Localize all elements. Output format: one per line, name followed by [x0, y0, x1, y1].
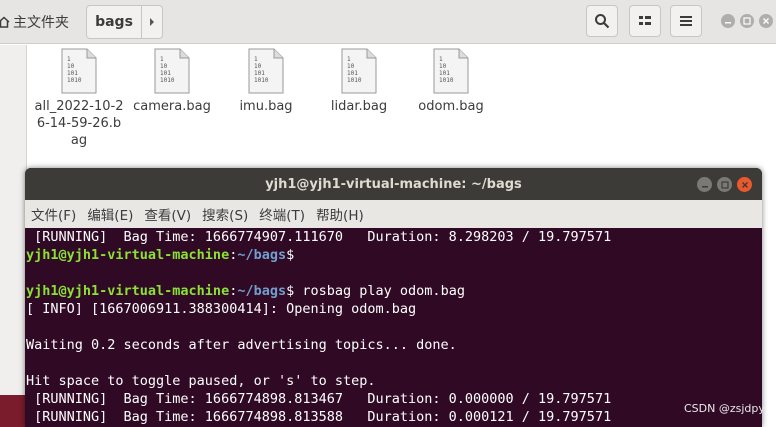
- terminal-line: Waiting 0.2 seconds after advertising to…: [26, 337, 457, 353]
- file-icon-digits: 1010: [254, 77, 269, 84]
- terminal-minimize-button[interactable]: [697, 177, 712, 192]
- minimize-button[interactable]: [721, 14, 735, 28]
- file-icon-digits: 1010: [439, 77, 454, 84]
- file-item[interactable]: 1 10 101 1010 all_2022-10-26-14-59-26.bag: [33, 48, 125, 149]
- terminal-title: yjh1@yjh1-virtual-machine: ~/bags: [265, 176, 522, 192]
- prompt-path: ~/bags: [237, 283, 287, 299]
- breadcrumb-bags[interactable]: bags: [86, 5, 142, 39]
- search-button[interactable]: [586, 5, 618, 37]
- file-icon-digits: 1: [439, 56, 443, 63]
- maximize-icon: [720, 180, 729, 189]
- terminal-maximize-button[interactable]: [717, 177, 732, 192]
- file-icon-digits: 10: [439, 63, 447, 70]
- close-button[interactable]: [759, 14, 773, 28]
- menu-edit[interactable]: 编辑(E): [87, 204, 133, 224]
- terminal-titlebar: yjh1@yjh1-virtual-machine: ~/bags: [25, 168, 762, 200]
- file-name: camera.bag: [133, 99, 211, 114]
- binary-file-icon: 1101011010: [248, 48, 284, 94]
- terminal-command-line: yjh1@yjh1-virtual-machine:~/bags$ rosbag…: [26, 282, 762, 300]
- view-options-icon: [639, 16, 651, 25]
- terminal-prompt-line: yjh1@yjh1-virtual-machine:~/bags$: [26, 246, 762, 264]
- menu-search[interactable]: 搜索(S): [202, 204, 248, 224]
- watermark: CSDN @zsjdpy: [684, 402, 765, 415]
- binary-file-icon: 1101011010: [61, 48, 97, 94]
- file-icon-digits: 10: [254, 63, 262, 70]
- binary-file-icon: 1101011010: [341, 48, 377, 94]
- terminal-menubar: 文件(F) 编辑(E) 查看(V) 搜索(S) 终端(T) 帮助(H): [25, 200, 762, 228]
- home-icon: [0, 16, 10, 28]
- file-icon-digits: 1: [67, 56, 71, 63]
- file-item[interactable]: 1 10 101 1010 odom.bag: [405, 48, 497, 115]
- terminal-line: [RUNNING] Bag Time: 1666774898.813588 Du…: [26, 409, 612, 425]
- file-icon-digits: 101: [254, 70, 265, 77]
- file-item[interactable]: 1 10 101 1010 lidar.bag: [313, 48, 405, 115]
- prompt-user: yjh1@yjh1-virtual-machine: [26, 283, 230, 299]
- desktop-background: [0, 395, 26, 427]
- file-icon-digits: 1: [347, 56, 351, 63]
- terminal-window: yjh1@yjh1-virtual-machine: ~/bags 文件(F) …: [25, 168, 762, 427]
- minimize-icon: [725, 22, 731, 24]
- terminal-line: [RUNNING] Bag Time: 1666774907.111670 Du…: [26, 229, 612, 245]
- file-manager-sidebar: [0, 45, 27, 427]
- home-breadcrumb[interactable]: 主文件夹: [0, 0, 82, 44]
- file-icon-digits: 1: [254, 56, 258, 63]
- prompt-user: yjh1@yjh1-virtual-machine: [26, 247, 230, 263]
- file-icon-digits: 101: [67, 70, 78, 77]
- terminal-close-button[interactable]: [737, 177, 752, 192]
- binary-file-icon: 1101011010: [154, 48, 190, 94]
- minimize-icon: [701, 185, 708, 187]
- close-icon: [741, 181, 748, 188]
- search-icon: [595, 14, 610, 29]
- file-item[interactable]: 1 10 101 1010 imu.bag: [220, 48, 312, 115]
- prompt-path: ~/bags: [237, 247, 287, 263]
- file-name: imu.bag: [239, 99, 293, 114]
- file-icon-digits: 101: [347, 70, 358, 77]
- view-options-button[interactable]: [629, 5, 661, 37]
- home-label: 主文件夹: [13, 15, 69, 31]
- binary-file-icon: 1101011010: [433, 48, 469, 94]
- file-name: odom.bag: [418, 99, 484, 114]
- chevron-right-icon: [150, 18, 154, 26]
- terminal-output[interactable]: [RUNNING] Bag Time: 1666774907.111670 Du…: [25, 228, 762, 427]
- hamburger-menu-icon: [680, 16, 692, 26]
- menu-view[interactable]: 查看(V): [144, 204, 191, 224]
- file-icon-digits: 10: [160, 63, 168, 70]
- prompt-end: $: [286, 247, 295, 263]
- file-icon-digits: 1010: [347, 77, 362, 84]
- menu-help[interactable]: 帮助(H): [316, 204, 364, 224]
- file-icon-digits: 1010: [67, 77, 82, 84]
- menu-terminal[interactable]: 终端(T): [259, 204, 305, 224]
- file-icon-digits: 101: [439, 70, 450, 77]
- file-icon-digits: 1010: [160, 77, 175, 84]
- file-icon-digits: 10: [67, 63, 75, 70]
- current-folder-label: bags: [95, 14, 133, 30]
- maximize-icon: [743, 17, 751, 25]
- menu-file[interactable]: 文件(F): [31, 204, 76, 224]
- maximize-button[interactable]: [740, 14, 754, 28]
- file-name: all_2022-10-26-14-59-26.bag: [34, 99, 124, 148]
- file-icon-digits: 1: [160, 56, 164, 63]
- menu-button[interactable]: [670, 5, 702, 37]
- terminal-line: [RUNNING] Bag Time: 1666774898.813467 Du…: [26, 391, 612, 407]
- close-icon: [763, 18, 769, 24]
- file-icon-digits: 10: [347, 63, 355, 70]
- breadcrumb-next-button[interactable]: [141, 5, 163, 39]
- file-item[interactable]: 1 10 101 1010 camera.bag: [126, 48, 218, 115]
- file-icon-digits: 101: [160, 70, 171, 77]
- file-manager-header: 主文件夹 bags: [0, 0, 776, 44]
- terminal-line: [ INFO] [1667006911.388300414]: Opening …: [26, 301, 417, 317]
- file-manager-edge: [762, 168, 776, 427]
- terminal-line: Hit space to toggle paused, or 's' to st…: [26, 373, 376, 389]
- command-text: rosbag play odom.bag: [294, 283, 465, 299]
- file-name: lidar.bag: [330, 99, 388, 114]
